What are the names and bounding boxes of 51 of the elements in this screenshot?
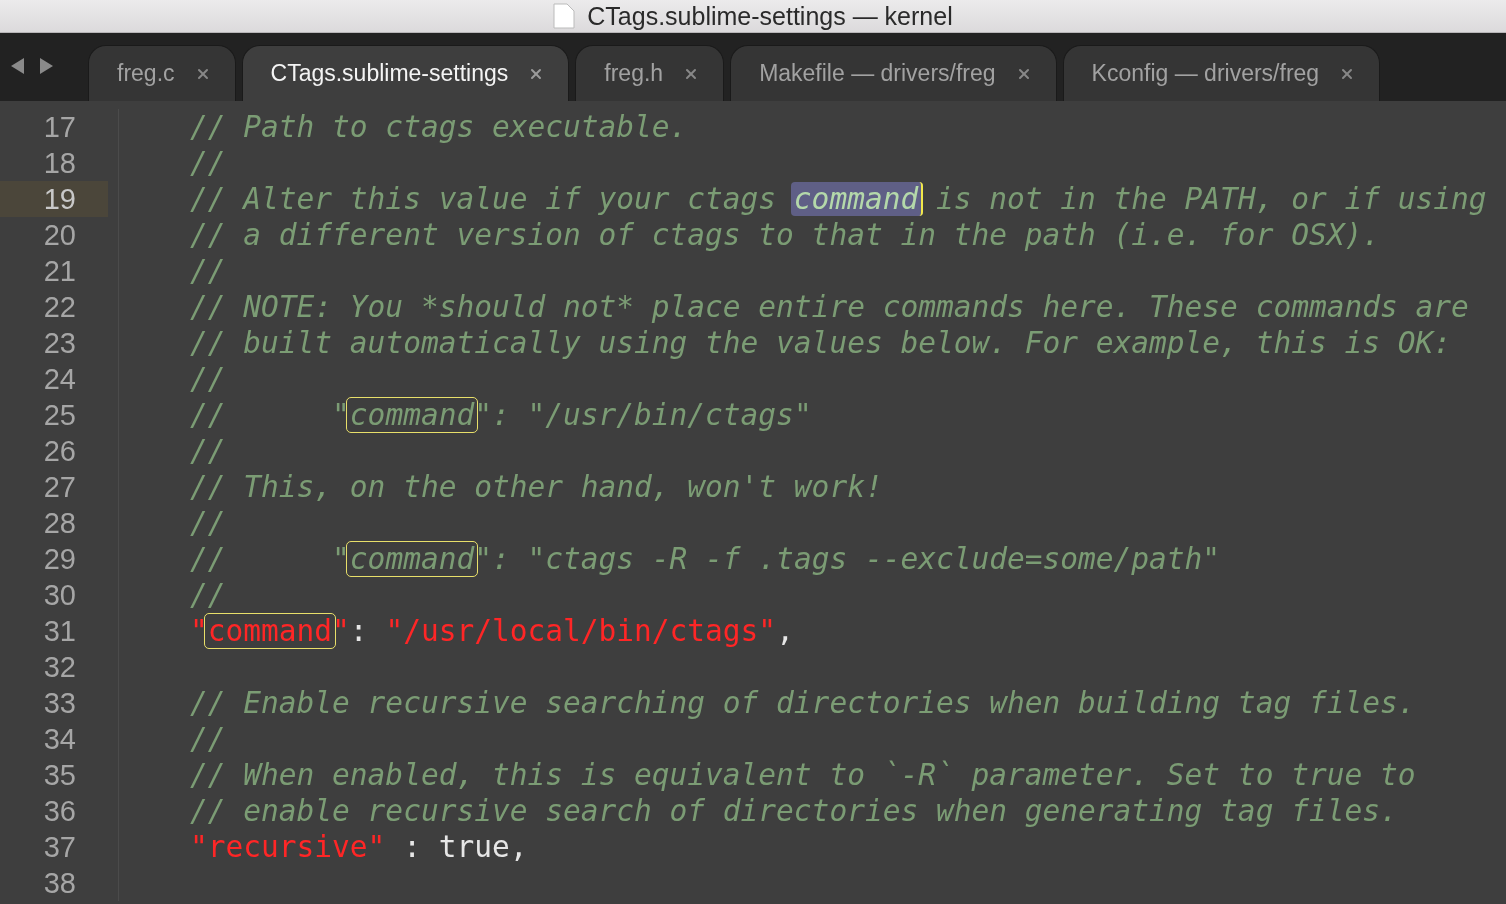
code-line: //: [189, 145, 226, 181]
code-line: //: [189, 433, 226, 469]
line-number: 37: [42, 830, 77, 865]
code-line: //: [189, 577, 226, 613]
code-line: // NOTE: You *should not* place entire commands here. These commands are: [189, 289, 1469, 325]
line-number: 23: [42, 326, 77, 361]
tab[interactable]: freg.h: [575, 45, 725, 101]
code-line: // "command": "ctags -R -f .tags --exclude=some/path": [189, 541, 1221, 577]
line-number: 25: [42, 398, 77, 433]
code-line: "recursive" : true,: [189, 829, 528, 865]
code-line: //: [189, 721, 226, 757]
code-line: // enable recursive search of directories when generating tag files.: [189, 793, 1398, 829]
document-icon: [553, 3, 576, 29]
code-line: // This, on the other hand, won't work!: [189, 469, 883, 505]
code-line: //: [189, 361, 226, 397]
line-number: 22: [42, 290, 77, 325]
line-number: 31: [42, 614, 77, 649]
line-number: 24: [42, 362, 77, 397]
code-line: // built automatically using the values below. For example, this is OK:: [189, 325, 1451, 361]
line-number: 38: [42, 866, 77, 901]
line-number: 19: [0, 181, 108, 217]
code-line: // Alter this value if your ctags command is not in the PATH, or if using: [189, 181, 1487, 217]
tab[interactable]: Kconfig — drivers/freg: [1062, 45, 1381, 101]
line-number: 17: [42, 110, 77, 145]
line-number: 26: [42, 434, 77, 469]
code-line: //: [189, 253, 226, 289]
code-line: //: [189, 505, 226, 541]
code-line: // Path to ctags executable.: [189, 109, 688, 145]
window-title: CTags.sublime-settings — kernel: [586, 1, 953, 31]
tab[interactable]: CTags.sublime-settings: [241, 45, 570, 101]
code-line: // When enabled, this is equivalent to `-R` parameter. Set to true to: [189, 757, 1416, 793]
line-number: 34: [42, 722, 77, 757]
code-line: // a different version of ctags to that in the path (i.e. for OSX).: [189, 217, 1380, 253]
line-number: 29: [42, 542, 77, 577]
line-number: 28: [42, 506, 77, 541]
line-number: 33: [42, 686, 77, 721]
line-number: 18: [42, 146, 77, 181]
tab[interactable]: freg.c: [88, 45, 236, 101]
forward-arrow-icon[interactable]: [38, 57, 54, 75]
line-number: 30: [42, 578, 77, 613]
line-number: 35: [42, 758, 77, 793]
code-line: // "command": "/usr/bin/ctags": [189, 397, 812, 433]
code-line: "command": "/usr/local/bin/ctags",: [189, 613, 794, 649]
line-number: 32: [42, 650, 77, 685]
line-number: 21: [42, 254, 77, 289]
tab[interactable]: Makefile — drivers/freg: [730, 45, 1057, 101]
line-number: 27: [42, 470, 77, 505]
code-line: // Enable recursive searching of directories when building tag files.: [189, 685, 1416, 721]
line-number: 36: [42, 794, 77, 829]
line-number: 20: [42, 218, 77, 253]
back-arrow-icon[interactable]: [10, 57, 26, 75]
